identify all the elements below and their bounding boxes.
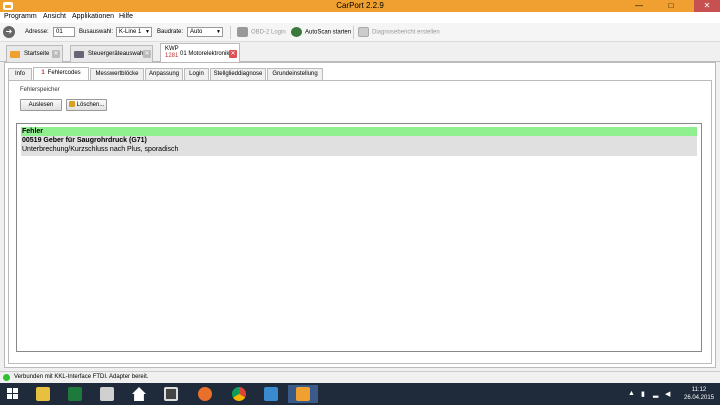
car-icon <box>237 27 248 37</box>
carport-taskbar-button[interactable] <box>288 385 318 403</box>
monitor-icon <box>264 387 278 401</box>
minimize-button[interactable]: — <box>628 0 650 12</box>
kwp-number: 1281 <box>165 53 179 59</box>
menu-programm[interactable]: Programm <box>4 13 37 20</box>
fehlercodes-count: 1 <box>41 70 45 76</box>
baudrate-select[interactable]: Auto ▼ <box>187 27 223 37</box>
lock-icon <box>68 101 75 108</box>
file-explorer-taskbar-button[interactable] <box>28 385 58 403</box>
volume-icon[interactable]: ◀ <box>665 390 670 398</box>
kwp-badge: KWP 1281 <box>165 46 179 60</box>
windows-start-icon[interactable] <box>7 388 19 400</box>
chevron-down-icon: ▼ <box>216 29 221 35</box>
menu-ansicht[interactable]: Ansicht <box>43 13 66 20</box>
tab-info[interactable]: Info <box>8 68 32 80</box>
autoscan-button[interactable]: AutoScan starten <box>291 27 351 38</box>
camera-icon <box>164 387 178 401</box>
clock-time: 11:12 <box>691 387 707 393</box>
tab-fehlercodes[interactable]: 1 Fehlercodes <box>33 67 89 81</box>
tab-login[interactable]: Login <box>184 68 209 80</box>
firefox-icon <box>198 387 212 401</box>
carport-icon <box>10 51 20 58</box>
loeschen-button[interactable]: Löschen... <box>66 99 107 111</box>
tab-steuergeraeteauswahl[interactable]: Steuergeräteauswahl ✕ <box>70 45 153 62</box>
device-icon <box>74 51 84 58</box>
carport-icon <box>296 387 310 401</box>
firefox-taskbar-button[interactable] <box>190 385 220 403</box>
obd2-login-button[interactable]: OBD-2 Login <box>237 27 286 38</box>
chrome-taskbar-button[interactable] <box>224 385 254 403</box>
adresse-input[interactable]: 01 <box>53 27 75 37</box>
tab-messwertbloecke[interactable]: Messwertblöcke <box>90 68 144 80</box>
adresse-label: Adresse: <box>25 29 49 35</box>
tray-arrow-icon[interactable]: ▲ <box>628 390 635 397</box>
diagnosebericht-label: Diagnosebericht erstellen <box>372 29 440 36</box>
menu-hilfe[interactable]: Hilfe <box>119 13 133 20</box>
camera-taskbar-button[interactable] <box>156 385 186 403</box>
title-bar: CarPort 2.2.9 — □ ✕ <box>0 0 720 12</box>
baudrate-value: Auto <box>190 29 203 35</box>
app-icon <box>100 387 114 401</box>
close-icon[interactable]: ✕ <box>143 50 151 58</box>
folder-icon <box>36 387 50 401</box>
taskbar-clock[interactable]: 11:12 26.04.2015 <box>684 386 714 402</box>
obd2-login-label: OBD-2 Login <box>251 29 286 36</box>
tab-fehlercodes-label: Fehlercodes <box>47 70 81 76</box>
close-button[interactable]: ✕ <box>694 0 720 12</box>
toolbar: ➔ Adresse: 01 Busauswahl: K-Line 1 ▼ Baud… <box>0 23 720 42</box>
error-code: 00519 Geber für Saugrohrdruck (G71) <box>22 137 147 144</box>
busauswahl-label: Busauswahl: <box>79 29 114 35</box>
document-tabs: Startseite ✕ Steuergeräteauswahl ✕ KWP 1… <box>0 42 720 63</box>
maximize-button[interactable]: □ <box>660 0 682 12</box>
menu-bar: Programm Ansicht Applikationen Hilfe <box>0 12 720 23</box>
tab-startseite[interactable]: Startseite ✕ <box>6 45 63 62</box>
excel-taskbar-button[interactable] <box>60 385 90 403</box>
report-icon <box>358 27 369 37</box>
tab-motorelektronik-label: 01 Motorelektronik <box>180 51 230 57</box>
window-title: CarPort 2.2.9 <box>336 1 384 10</box>
error-description: Unterbrechung/Kurzschluss nach Plus, spo… <box>22 146 179 153</box>
toolbar-separator <box>230 26 231 39</box>
network-icon[interactable]: ▂ <box>653 390 658 398</box>
status-text: Verbunden mit KKL-Interface FTDI. Adapte… <box>14 374 149 380</box>
diagnosebericht-button[interactable]: Diagnosebericht erstellen <box>358 27 440 38</box>
app-taskbar-button[interactable] <box>92 385 122 403</box>
busauswahl-value: K-Line 1 <box>119 29 142 35</box>
menu-applikationen[interactable]: Applikationen <box>72 13 114 20</box>
home-icon <box>132 387 146 401</box>
connect-arrow-icon[interactable]: ➔ <box>3 26 15 38</box>
close-icon[interactable]: ✕ <box>229 50 237 58</box>
battery-icon[interactable]: ▮ <box>641 390 645 398</box>
tab-stellglieddiagnose[interactable]: Stellglieddiagnose <box>210 68 266 80</box>
error-list[interactable] <box>16 123 702 352</box>
autoscan-label: AutoScan starten <box>305 29 352 36</box>
connected-status-icon <box>3 374 10 381</box>
kwp-label: KWP <box>165 46 179 52</box>
excel-icon <box>68 387 82 401</box>
list-item[interactable]: 00519 Geber für Saugrohrdruck (G71) Unte… <box>21 136 697 156</box>
busauswahl-select[interactable]: K-Line 1 ▼ <box>116 27 152 37</box>
tab-anpassung[interactable]: Anpassung <box>145 68 183 80</box>
loeschen-label: Löschen... <box>76 102 105 108</box>
tab-startseite-label: Startseite <box>24 51 50 57</box>
monitor-taskbar-button[interactable] <box>256 385 286 403</box>
chevron-down-icon: ▼ <box>145 29 150 35</box>
tab-steuergeraeteauswahl-label: Steuergeräteauswahl <box>88 51 145 57</box>
tab-motorelektronik[interactable]: KWP 1281 01 Motorelektronik ✕ <box>160 43 240 63</box>
tab-grundeinstellung[interactable]: Grundeinstellung <box>267 68 323 80</box>
status-bar: Verbunden mit KKL-Interface FTDI. Adapte… <box>0 371 720 383</box>
magnifier-icon <box>291 27 302 37</box>
toolbar-separator <box>353 26 354 39</box>
home-taskbar-button[interactable] <box>124 385 154 403</box>
clock-date: 26.04.2015 <box>684 395 715 401</box>
baudrate-label: Baudrate: <box>157 29 184 35</box>
close-icon[interactable]: ✕ <box>52 50 60 58</box>
fehlerspeicher-label: Fehlerspeicher <box>20 87 60 93</box>
chrome-icon <box>232 387 246 401</box>
taskbar: ▲ ▮ ▂ ◀ 11:12 26.04.2015 <box>0 383 720 405</box>
auslesen-button[interactable]: Auslesen <box>20 99 62 111</box>
error-list-header: Fehler <box>21 127 697 136</box>
